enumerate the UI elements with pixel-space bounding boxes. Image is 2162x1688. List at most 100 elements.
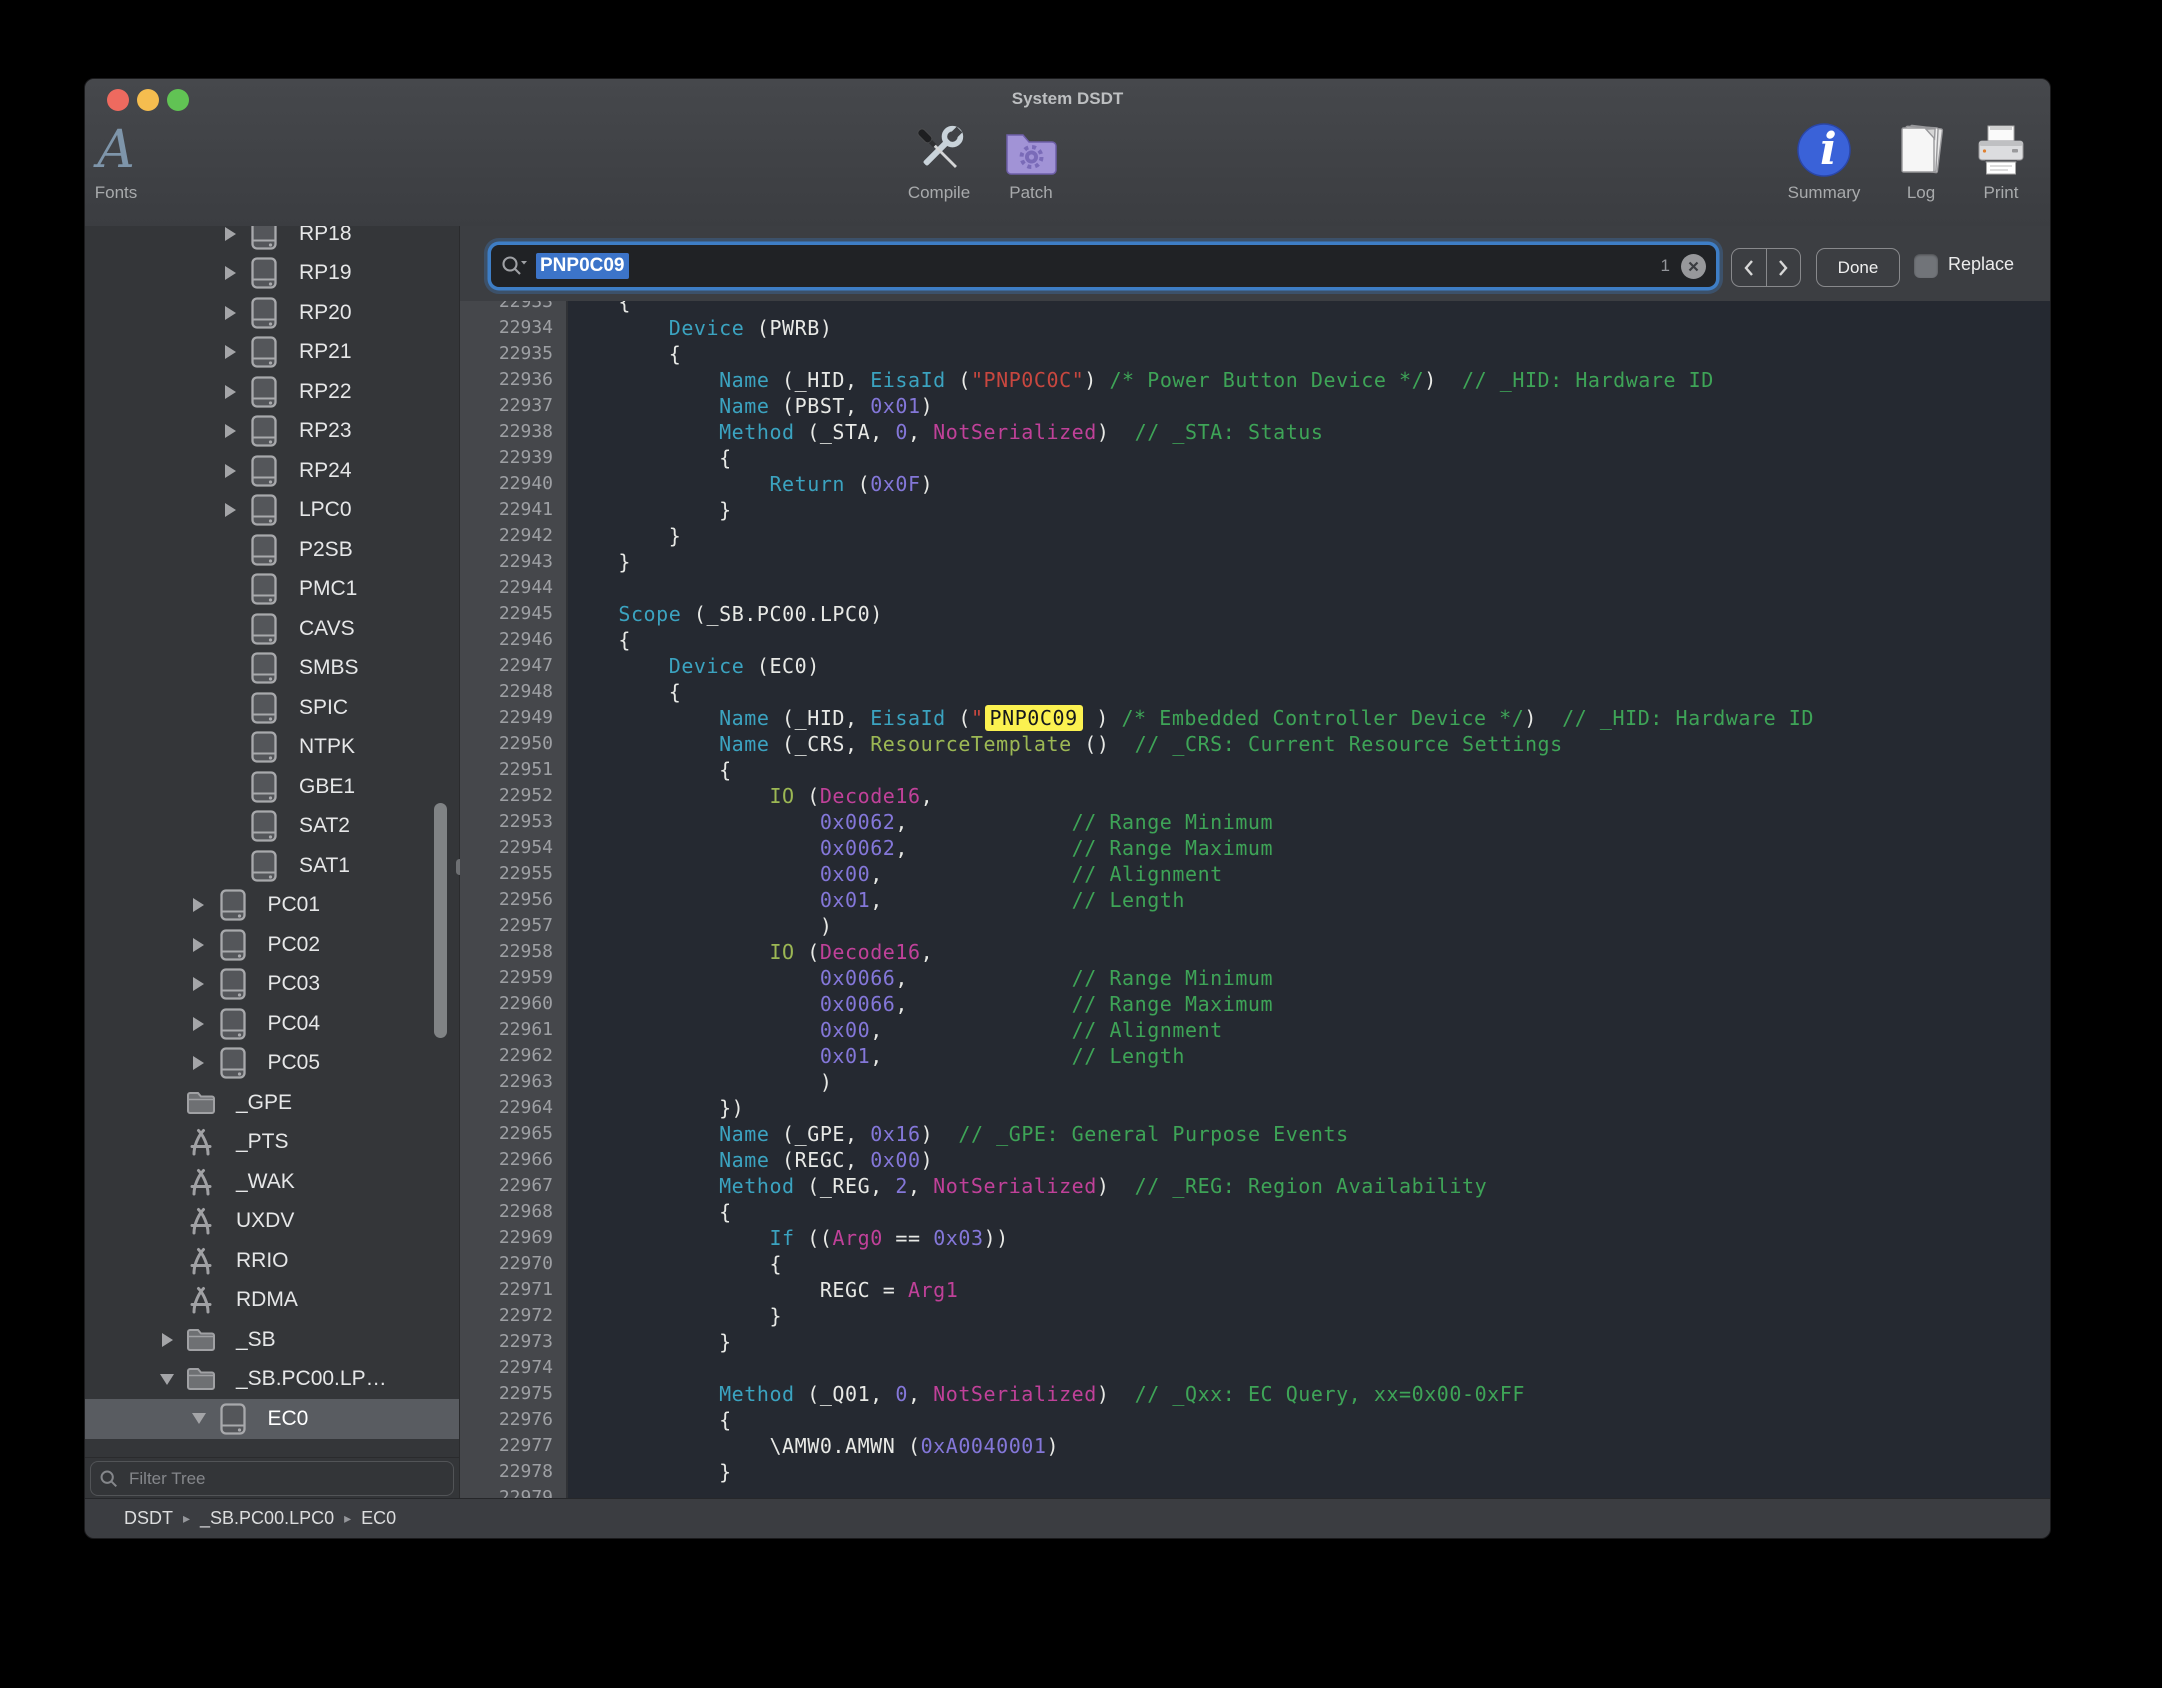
source-code[interactable]: { Device (PWRB) { Name (_HID, EisaId ("P… xyxy=(568,301,2050,1499)
clear-search-icon[interactable] xyxy=(1681,254,1706,279)
sidebar-item-cavs[interactable]: CAVS xyxy=(85,609,459,649)
disclosure-triangle-icon[interactable] xyxy=(225,464,236,478)
sidebar-item-pc04[interactable]: PC04 xyxy=(85,1004,459,1044)
sidebar-item-rp21[interactable]: RP21 xyxy=(85,333,459,373)
sidebar-item--pts[interactable]: _PTS xyxy=(85,1123,459,1163)
code-line[interactable]: Device (PWRB) xyxy=(568,315,2050,341)
code-line[interactable]: Name (_HID, EisaId ("PNP0C09 ) /* Embedd… xyxy=(568,705,2050,731)
breadcrumb-item[interactable]: EC0 xyxy=(361,1508,396,1529)
sidebar-item-rp22[interactable]: RP22 xyxy=(85,372,459,412)
code-line[interactable]: 0x0066, // Range Maximum xyxy=(568,991,2050,1017)
sidebar-item-uxdv[interactable]: UXDV xyxy=(85,1202,459,1242)
code-line[interactable]: IO (Decode16, xyxy=(568,783,2050,809)
disclosure-triangle-icon[interactable] xyxy=(160,1374,174,1385)
code-line[interactable] xyxy=(568,575,2050,601)
code-line[interactable]: } xyxy=(568,549,2050,575)
code-line[interactable]: 0x0066, // Range Minimum xyxy=(568,965,2050,991)
sidebar-item-lpc0[interactable]: LPC0 xyxy=(85,491,459,531)
sidebar-item-sat1[interactable]: SAT1 xyxy=(85,846,459,886)
sidebar-item-rdma[interactable]: RDMA xyxy=(85,1281,459,1321)
code-line[interactable]: Method (_STA, 0, NotSerialized) // _STA:… xyxy=(568,419,2050,445)
sidebar-item-sat2[interactable]: SAT2 xyxy=(85,807,459,847)
filter-tree-input[interactable] xyxy=(127,1468,425,1490)
disclosure-triangle-icon[interactable] xyxy=(193,1056,204,1070)
code-line[interactable]: } xyxy=(568,497,2050,523)
summary-button[interactable]: i Summary xyxy=(1769,119,1879,203)
code-line[interactable]: { xyxy=(568,341,2050,367)
code-line[interactable]: { xyxy=(568,627,2050,653)
code-line[interactable]: { xyxy=(568,679,2050,705)
code-line[interactable]: { xyxy=(568,301,2050,315)
done-button[interactable]: Done xyxy=(1816,248,1900,287)
fonts-button[interactable]: A Fonts xyxy=(84,119,171,203)
sidebar-item-rrio[interactable]: RRIO xyxy=(85,1241,459,1281)
sidebar-item--gpe[interactable]: _GPE xyxy=(85,1083,459,1123)
sidebar-item-p2sb[interactable]: P2SB xyxy=(85,530,459,570)
code-line[interactable]: REGC = Arg1 xyxy=(568,1277,2050,1303)
disclosure-triangle-icon[interactable] xyxy=(225,345,236,359)
sidebar-item-pc03[interactable]: PC03 xyxy=(85,965,459,1005)
code-line[interactable]: Scope (_SB.PC00.LPC0) xyxy=(568,601,2050,627)
code-line[interactable] xyxy=(568,1355,2050,1381)
sidebar-item--wak[interactable]: _WAK xyxy=(85,1162,459,1202)
sidebar-item-rp23[interactable]: RP23 xyxy=(85,412,459,452)
disclosure-triangle-icon[interactable] xyxy=(193,977,204,991)
code-line[interactable]: Name (_CRS, ResourceTemplate () // _CRS:… xyxy=(568,731,2050,757)
sidebar-item-rp18[interactable]: RP18 xyxy=(85,226,459,254)
code-line[interactable]: 0x01, // Length xyxy=(568,1043,2050,1069)
code-line[interactable]: 0x0062, // Range Maximum xyxy=(568,835,2050,861)
sidebar-scrollbar[interactable] xyxy=(434,803,447,1038)
code-line[interactable]: { xyxy=(568,445,2050,471)
search-menu-icon[interactable] xyxy=(501,255,528,277)
find-previous-button[interactable] xyxy=(1732,249,1767,286)
replace-checkbox[interactable] xyxy=(1914,254,1938,278)
code-line[interactable]: Device (EC0) xyxy=(568,653,2050,679)
sidebar-item-pc05[interactable]: PC05 xyxy=(85,1044,459,1084)
disclosure-triangle-icon[interactable] xyxy=(225,503,236,517)
code-line[interactable]: Return (0x0F) xyxy=(568,471,2050,497)
filter-tree-field[interactable] xyxy=(90,1461,454,1496)
find-next-button[interactable] xyxy=(1767,249,1801,286)
find-input[interactable]: PNP0C09 1 xyxy=(491,245,1716,287)
code-line[interactable]: } xyxy=(568,523,2050,549)
code-line[interactable]: Name (_GPE, 0x16) // _GPE: General Purpo… xyxy=(568,1121,2050,1147)
code-line[interactable] xyxy=(568,1485,2050,1499)
code-area[interactable]: 2293322934229352293622937229382293922940… xyxy=(460,301,2050,1499)
code-line[interactable]: IO (Decode16, xyxy=(568,939,2050,965)
sidebar-item-rp24[interactable]: RP24 xyxy=(85,451,459,491)
code-line[interactable]: Name (_HID, EisaId ("PNP0C0C") /* Power … xyxy=(568,367,2050,393)
sidebar-item-pc02[interactable]: PC02 xyxy=(85,925,459,965)
code-line[interactable]: 0x00, // Alignment xyxy=(568,861,2050,887)
sidebar-item-gbe1[interactable]: GBE1 xyxy=(85,767,459,807)
breadcrumb-item[interactable]: _SB.PC00.LPC0 xyxy=(200,1508,334,1529)
code-line[interactable]: ) xyxy=(568,913,2050,939)
sidebar-item-smbs[interactable]: SMBS xyxy=(85,649,459,689)
code-line[interactable]: } xyxy=(568,1303,2050,1329)
patch-button[interactable]: Patch xyxy=(976,119,1086,203)
code-line[interactable]: { xyxy=(568,1199,2050,1225)
sidebar-item-pc01[interactable]: PC01 xyxy=(85,886,459,926)
sidebar-item-rp20[interactable]: RP20 xyxy=(85,293,459,333)
disclosure-triangle-icon[interactable] xyxy=(192,1413,206,1424)
disclosure-triangle-icon[interactable] xyxy=(193,938,204,952)
sidebar-item-spic[interactable]: SPIC xyxy=(85,688,459,728)
print-button[interactable]: Print xyxy=(1946,119,2051,203)
code-line[interactable]: } xyxy=(568,1329,2050,1355)
disclosure-triangle-icon[interactable] xyxy=(225,424,236,438)
breadcrumb-item[interactable]: DSDT xyxy=(124,1508,173,1529)
code-line[interactable]: { xyxy=(568,1407,2050,1433)
code-line[interactable]: If ((Arg0 == 0x03)) xyxy=(568,1225,2050,1251)
disclosure-triangle-icon[interactable] xyxy=(225,306,236,320)
sidebar-item--sb[interactable]: _SB xyxy=(85,1320,459,1360)
sidebar-item-pmc1[interactable]: PMC1 xyxy=(85,570,459,610)
sidebar-item-rp19[interactable]: RP19 xyxy=(85,254,459,294)
sidebar-item--sb-pc00-lp-[interactable]: _SB.PC00.LP… xyxy=(85,1360,459,1400)
code-line[interactable]: }) xyxy=(568,1095,2050,1121)
disclosure-triangle-icon[interactable] xyxy=(225,266,236,280)
code-line[interactable]: ) xyxy=(568,1069,2050,1095)
code-line[interactable]: Method (_REG, 2, NotSerialized) // _REG:… xyxy=(568,1173,2050,1199)
sidebar-item-ec0[interactable]: EC0 xyxy=(85,1399,459,1439)
code-line[interactable]: \AMW0.AMWN (0xA0040001) xyxy=(568,1433,2050,1459)
code-line[interactable]: Method (_Q01, 0, NotSerialized) // _Qxx:… xyxy=(568,1381,2050,1407)
disclosure-triangle-icon[interactable] xyxy=(193,1017,204,1031)
